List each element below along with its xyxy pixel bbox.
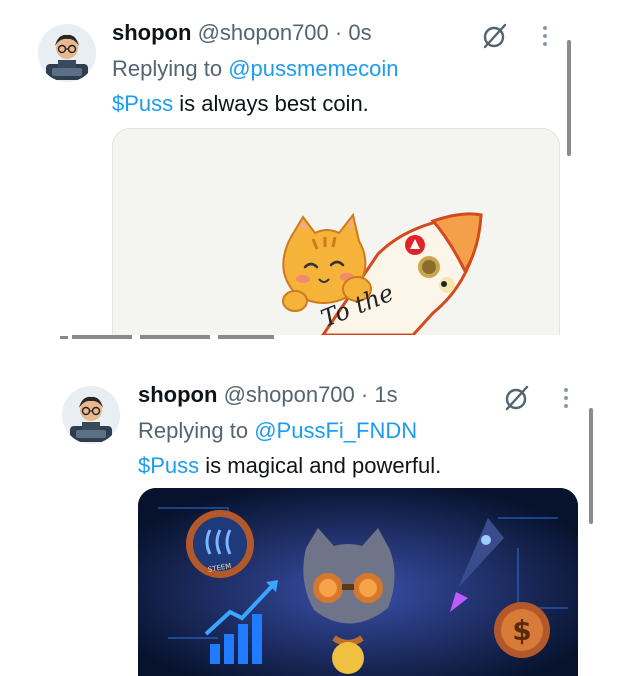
grok-icon[interactable] <box>503 384 531 412</box>
more-icon[interactable] <box>561 386 571 410</box>
avatar[interactable] <box>62 386 120 444</box>
svg-text:$: $ <box>512 614 531 647</box>
scrollbar[interactable] <box>589 408 593 524</box>
clipped-text-strip <box>60 332 280 346</box>
cyber-cat-illustration: STEEM $ <box>138 488 578 676</box>
grok-icon[interactable] <box>481 22 509 50</box>
reply-line: Replying to @pussmemecoin <box>112 56 399 82</box>
reply-prefix: Replying to <box>112 56 223 81</box>
author-name[interactable]: shopon <box>138 382 217 407</box>
post-media[interactable]: STEEM $ <box>138 488 578 676</box>
post-1[interactable]: shopon @shopon700 · 0s Replying to @puss… <box>0 0 640 335</box>
separator: · <box>334 20 343 45</box>
reply-to-link[interactable]: @PussFi_FNDN <box>254 418 417 443</box>
cashtag-link[interactable]: $Puss <box>138 453 199 478</box>
post-media[interactable]: To the <box>112 128 560 335</box>
separator: · <box>360 382 369 407</box>
post-text: $Puss is always best coin. <box>112 91 369 117</box>
cashtag-link[interactable]: $Puss <box>112 91 173 116</box>
scrollbar[interactable] <box>567 40 571 156</box>
author-line: shopon @shopon700 · 1s <box>138 382 398 408</box>
reply-to-link[interactable]: @pussmemecoin <box>228 56 398 81</box>
author-handle[interactable]: @shopon700 <box>198 20 329 45</box>
post-text: $Puss is magical and powerful. <box>138 453 441 479</box>
reply-line: Replying to @PussFi_FNDN <box>138 418 417 444</box>
more-icon[interactable] <box>540 24 550 48</box>
author-handle[interactable]: @shopon700 <box>224 382 355 407</box>
post-body: is magical and powerful. <box>199 453 442 478</box>
reply-prefix: Replying to <box>138 418 249 443</box>
post-time[interactable]: 0s <box>348 20 371 45</box>
post-time[interactable]: 1s <box>374 382 397 407</box>
author-line: shopon @shopon700 · 0s <box>112 20 372 46</box>
avatar[interactable] <box>38 24 96 82</box>
author-name[interactable]: shopon <box>112 20 191 45</box>
post-2[interactable]: shopon @shopon700 · 1s Replying to @Puss… <box>0 360 640 676</box>
post-body: is always best coin. <box>173 91 369 116</box>
